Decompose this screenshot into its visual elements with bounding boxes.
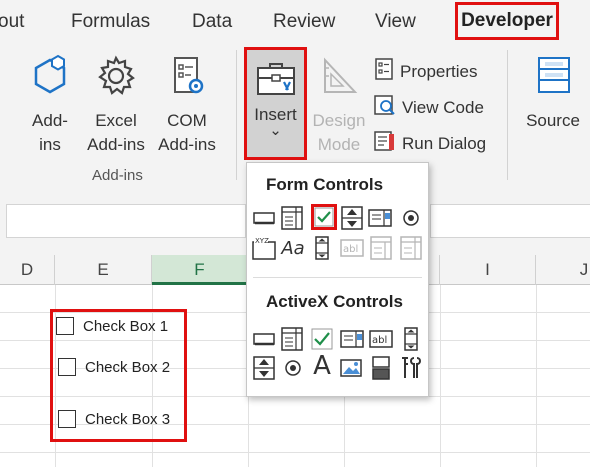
activex-option-button-icon[interactable] bbox=[280, 355, 306, 381]
com-add-ins-label-line2: Add-ins bbox=[158, 135, 216, 154]
run-dialog-button[interactable]: Run Dialog bbox=[374, 130, 486, 157]
tab-view[interactable]: View bbox=[375, 11, 416, 33]
spin-button-control-icon[interactable] bbox=[339, 205, 365, 231]
group-box-control-icon[interactable]: XYZ bbox=[251, 235, 277, 261]
run-dialog-icon bbox=[374, 130, 396, 157]
source-icon bbox=[520, 54, 586, 105]
column-header-d[interactable]: D bbox=[0, 255, 55, 285]
label-control-icon[interactable]: Aa bbox=[280, 235, 306, 261]
combo-dropdown-edit-control-icon-disabled bbox=[398, 235, 424, 261]
activex-checkbox-icon[interactable] bbox=[309, 326, 335, 352]
activex-text-box-icon[interactable]: abl bbox=[368, 326, 394, 352]
activex-toggle-button-icon[interactable] bbox=[368, 355, 394, 381]
view-code-icon bbox=[374, 94, 396, 121]
add-ins-button[interactable]: Add- ins bbox=[22, 54, 78, 157]
activex-label-icon[interactable]: A bbox=[309, 351, 335, 381]
add-ins-label-line2: ins bbox=[39, 135, 61, 154]
activex-image-icon[interactable] bbox=[339, 355, 365, 381]
checkbox-square[interactable] bbox=[58, 410, 76, 428]
text-box-abl-text: abl bbox=[372, 335, 387, 346]
add-ins-group-label: Add-ins bbox=[92, 167, 143, 184]
toolbox-icon bbox=[254, 60, 298, 103]
checkbox-square[interactable] bbox=[56, 317, 74, 335]
group-box-xyz-text: XYZ bbox=[255, 237, 269, 245]
design-mode-button[interactable]: Design Mode bbox=[309, 54, 369, 157]
name-box[interactable] bbox=[6, 204, 246, 238]
checkbox-3[interactable]: Check Box 3 bbox=[58, 410, 170, 428]
checkbox-control-icon[interactable] bbox=[311, 204, 337, 230]
column-header-f[interactable]: F bbox=[152, 255, 248, 285]
column-header-e[interactable]: E bbox=[55, 255, 152, 285]
view-code-button[interactable]: View Code bbox=[374, 94, 484, 121]
excel-add-ins-button[interactable]: Excel Add-ins bbox=[80, 54, 152, 157]
combo-list-edit-control-icon-disabled bbox=[368, 235, 394, 261]
column-header-i[interactable]: I bbox=[440, 255, 536, 285]
activex-more-controls-icon[interactable] bbox=[398, 355, 424, 381]
tab-developer[interactable]: Developer bbox=[455, 2, 559, 40]
com-add-ins-button[interactable]: COM Add-ins bbox=[152, 54, 222, 157]
scroll-bar-control-icon[interactable] bbox=[309, 235, 335, 261]
add-ins-label-line1: Add- bbox=[32, 111, 68, 130]
run-dialog-label: Run Dialog bbox=[402, 133, 487, 153]
ribbon-tab-bar: out Formulas Data Review View Developer bbox=[0, 0, 590, 44]
checkbox-label: Check Box 2 bbox=[85, 358, 171, 376]
excel-add-ins-label-line2: Add-ins bbox=[87, 135, 145, 154]
dropdown-separator bbox=[253, 277, 422, 278]
group-separator bbox=[507, 50, 508, 180]
source-button[interactable]: Source bbox=[520, 54, 586, 133]
insert-controls-dropdown: Form Controls XYZ Aa abl ActiveX Control… bbox=[246, 162, 429, 397]
chevron-down-icon: ⌄ bbox=[269, 122, 282, 139]
checkbox-square[interactable] bbox=[58, 358, 76, 376]
checkbox-label: Check Box 1 bbox=[83, 317, 169, 335]
column-gridline bbox=[536, 285, 537, 467]
design-mode-label-line2: Mode bbox=[317, 135, 361, 154]
column-header-j[interactable]: J bbox=[536, 255, 590, 285]
form-controls-heading: Form Controls bbox=[266, 175, 384, 194]
com-addins-icon bbox=[152, 54, 222, 105]
excel-add-ins-label-line1: Excel bbox=[95, 111, 137, 130]
text-field-abl-text: abl bbox=[343, 244, 358, 255]
row-gridline bbox=[0, 452, 590, 453]
view-code-label: View Code bbox=[402, 97, 484, 117]
text-field-control-icon-disabled: abl bbox=[339, 235, 365, 261]
checkbox-2[interactable]: Check Box 2 bbox=[58, 358, 170, 376]
design-mode-icon bbox=[309, 54, 369, 105]
activex-scroll-bar-icon[interactable] bbox=[398, 326, 424, 352]
activex-combo-box-icon[interactable] bbox=[279, 326, 305, 352]
button-control-icon[interactable] bbox=[251, 205, 277, 231]
tab-formulas[interactable]: Formulas bbox=[71, 11, 150, 33]
activex-controls-heading: ActiveX Controls bbox=[266, 292, 403, 311]
formula-input[interactable] bbox=[430, 204, 590, 238]
activex-command-button-icon[interactable] bbox=[251, 326, 277, 352]
tab-home-partial[interactable]: out bbox=[0, 11, 24, 33]
activex-list-box-icon[interactable] bbox=[339, 326, 365, 352]
group-separator bbox=[236, 50, 237, 180]
tab-data[interactable]: Data bbox=[192, 11, 232, 33]
properties-icon bbox=[374, 58, 394, 85]
gear-icon bbox=[80, 54, 152, 105]
option-button-control-icon[interactable] bbox=[398, 205, 424, 231]
checkbox-1[interactable]: Check Box 1 bbox=[56, 317, 168, 335]
list-box-control-icon[interactable] bbox=[367, 205, 393, 231]
activex-spin-button-icon[interactable] bbox=[251, 355, 277, 381]
add-ins-hexagon-icon bbox=[22, 54, 78, 105]
com-add-ins-label-line1: COM bbox=[167, 111, 207, 130]
column-gridline bbox=[440, 285, 441, 467]
design-mode-label-line1: Design bbox=[312, 111, 366, 130]
checkbox-label: Check Box 3 bbox=[85, 410, 171, 428]
tab-review[interactable]: Review bbox=[273, 11, 335, 33]
combo-box-control-icon[interactable] bbox=[279, 205, 305, 231]
properties-button[interactable]: Properties bbox=[374, 58, 477, 85]
properties-label: Properties bbox=[400, 61, 478, 81]
insert-controls-button[interactable]: Insert ⌄ bbox=[244, 47, 307, 160]
source-label: Source bbox=[526, 111, 580, 130]
